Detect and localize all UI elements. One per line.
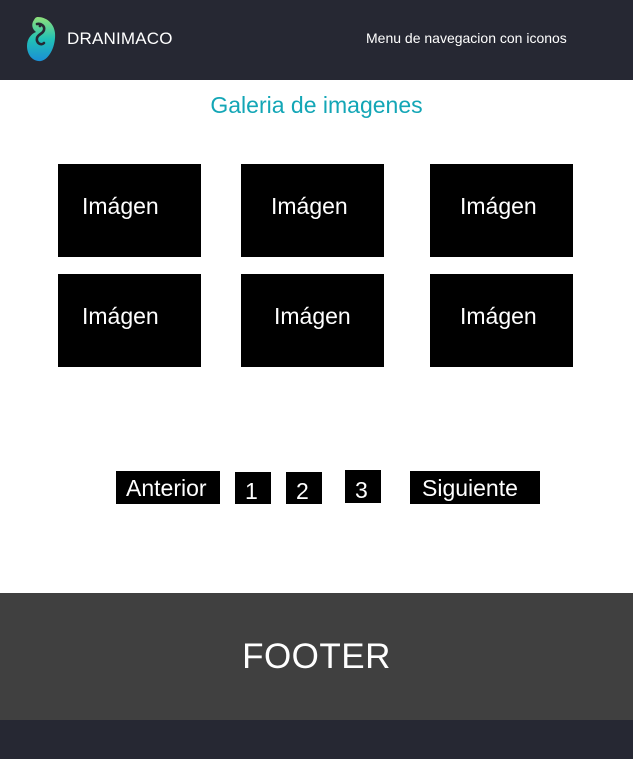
page-title: Galeria de imagenes bbox=[210, 92, 423, 118]
gallery-image-label: Imágen bbox=[82, 303, 159, 329]
brand-name: DRANIMACO bbox=[67, 29, 173, 48]
gallery-image-label: Imágen bbox=[274, 303, 351, 329]
gallery-image-3[interactable]: Imágen bbox=[430, 164, 573, 257]
gallery-image-label: Imágen bbox=[82, 193, 159, 219]
pagination-page-2[interactable]: 2 bbox=[286, 472, 322, 504]
gallery-image-label: Imágen bbox=[460, 303, 537, 329]
pagination-prev-label: Anterior bbox=[126, 475, 207, 501]
pagination-page-label: 3 bbox=[355, 477, 368, 503]
pagination-next-button[interactable]: Siguiente bbox=[410, 471, 540, 504]
pagination-page-3[interactable]: 3 bbox=[345, 470, 381, 503]
gallery-image-2[interactable]: Imágen bbox=[241, 164, 384, 257]
nav-menu-link[interactable]: Menu de navegacion con iconos bbox=[366, 30, 567, 46]
seahorse-logo-icon[interactable] bbox=[24, 15, 58, 63]
gallery-image-4[interactable]: Imágen bbox=[58, 274, 201, 367]
gallery-image-label: Imágen bbox=[271, 193, 348, 219]
footer: FOOTER bbox=[0, 593, 633, 720]
gallery-image-5[interactable]: Imágen bbox=[241, 274, 384, 367]
gallery-image-1[interactable]: Imágen bbox=[58, 164, 201, 257]
pagination-next-label: Siguiente bbox=[422, 475, 518, 501]
gallery-image-6[interactable]: Imágen bbox=[430, 274, 573, 367]
pagination-page-1[interactable]: 1 bbox=[235, 472, 271, 504]
pagination-prev-button[interactable]: Anterior bbox=[116, 471, 220, 504]
pagination-page-label: 1 bbox=[245, 478, 258, 504]
bottom-bar bbox=[0, 720, 633, 759]
header: DRANIMACO Menu de navegacion con iconos bbox=[0, 0, 633, 80]
gallery-image-label: Imágen bbox=[460, 193, 537, 219]
pagination-page-label: 2 bbox=[296, 478, 309, 504]
footer-text: FOOTER bbox=[242, 637, 391, 676]
